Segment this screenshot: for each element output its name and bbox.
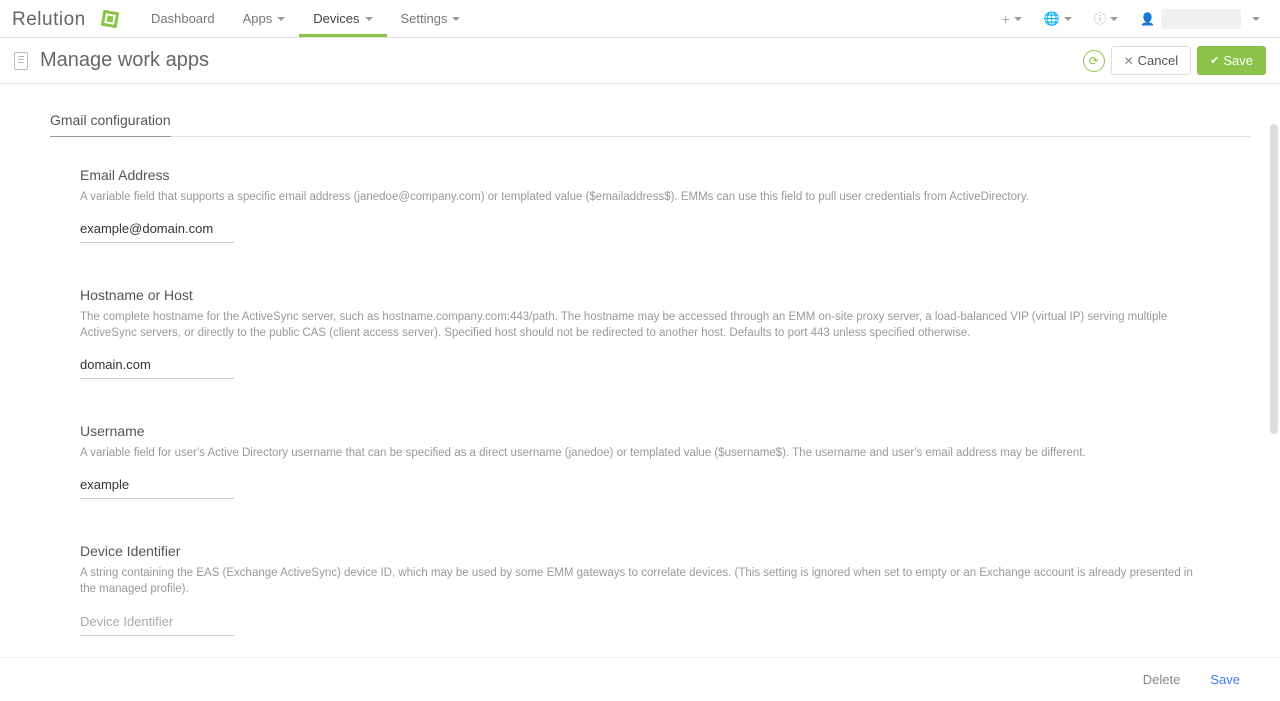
tabs: Gmail configuration [50, 104, 1250, 137]
nav-settings-label: Settings [401, 11, 448, 26]
close-icon: ✕ [1124, 54, 1134, 68]
footer-save-link[interactable]: Save [1210, 672, 1240, 687]
nav-dashboard[interactable]: Dashboard [137, 0, 229, 37]
user-menu[interactable]: 👤 [1132, 5, 1268, 33]
email-desc: A variable field that supports a specifi… [80, 189, 1200, 205]
hostname-label: Hostname or Host [80, 287, 1200, 303]
caret-icon [1110, 17, 1118, 21]
add-menu[interactable]: + [994, 7, 1030, 31]
subheader-actions: ⟳ ✕ Cancel ✔ Save [1083, 46, 1266, 75]
delete-link[interactable]: Delete [1143, 672, 1181, 687]
hostname-input[interactable] [80, 351, 234, 379]
help-icon: ⓘ [1094, 10, 1106, 27]
brand-text: Relution [12, 9, 86, 30]
refresh-button[interactable]: ⟳ [1083, 50, 1105, 72]
nav-devices-label: Devices [313, 11, 359, 26]
field-device-id: Device Identifier A string containing th… [50, 543, 1250, 635]
email-label: Email Address [80, 167, 1200, 183]
nav-apps[interactable]: Apps [229, 0, 300, 37]
nav-settings[interactable]: Settings [387, 0, 475, 37]
caret-icon [1014, 17, 1022, 21]
caret-icon [1064, 17, 1072, 21]
footer: Delete Save [0, 657, 1280, 701]
cancel-label: Cancel [1138, 53, 1178, 68]
globe-icon: 🌐 [1044, 11, 1060, 27]
user-icon: 👤 [1140, 12, 1155, 26]
clipboard-icon [14, 52, 28, 70]
email-input[interactable] [80, 215, 234, 243]
page-title: Manage work apps [40, 49, 209, 72]
device-input[interactable] [80, 608, 234, 636]
device-label: Device Identifier [80, 543, 1200, 559]
scrollbar-thumb[interactable] [1270, 124, 1278, 434]
content-area: Gmail configuration Email Address A vari… [0, 84, 1280, 657]
save-label: Save [1223, 53, 1253, 68]
check-icon: ✔ [1210, 54, 1219, 67]
topnav-right: + 🌐 ⓘ 👤 [994, 5, 1268, 33]
globe-menu[interactable]: 🌐 [1036, 7, 1080, 31]
content-wrap: Gmail configuration Email Address A vari… [0, 84, 1280, 701]
field-hostname: Hostname or Host The complete hostname f… [50, 287, 1250, 379]
plus-icon: + [1002, 11, 1010, 27]
brand-logo[interactable]: Relution [12, 7, 122, 31]
nav-devices[interactable]: Devices [299, 0, 386, 37]
subheader: Manage work apps ⟳ ✕ Cancel ✔ Save [0, 38, 1280, 84]
field-email: Email Address A variable field that supp… [50, 167, 1250, 243]
caret-icon [277, 17, 285, 21]
save-button[interactable]: ✔ Save [1197, 46, 1266, 75]
caret-icon [365, 17, 373, 21]
hostname-desc: The complete hostname for the ActiveSync… [80, 309, 1200, 341]
username-input[interactable] [80, 471, 234, 499]
refresh-icon: ⟳ [1089, 54, 1099, 68]
tab-gmail-config[interactable]: Gmail configuration [50, 104, 171, 137]
caret-icon [452, 17, 460, 21]
username-label: Username [80, 423, 1200, 439]
help-menu[interactable]: ⓘ [1086, 6, 1126, 31]
device-desc: A string containing the EAS (Exchange Ac… [80, 565, 1200, 597]
user-name-placeholder [1161, 9, 1241, 29]
field-username: Username A variable field for user's Act… [50, 423, 1250, 499]
caret-icon [1252, 17, 1260, 21]
nav-apps-label: Apps [243, 11, 273, 26]
username-desc: A variable field for user's Active Direc… [80, 445, 1200, 461]
top-nav: Relution Dashboard Apps Devices Settings… [0, 0, 1280, 38]
nav-items: Dashboard Apps Devices Settings [137, 0, 474, 37]
cancel-button[interactable]: ✕ Cancel [1111, 46, 1192, 75]
